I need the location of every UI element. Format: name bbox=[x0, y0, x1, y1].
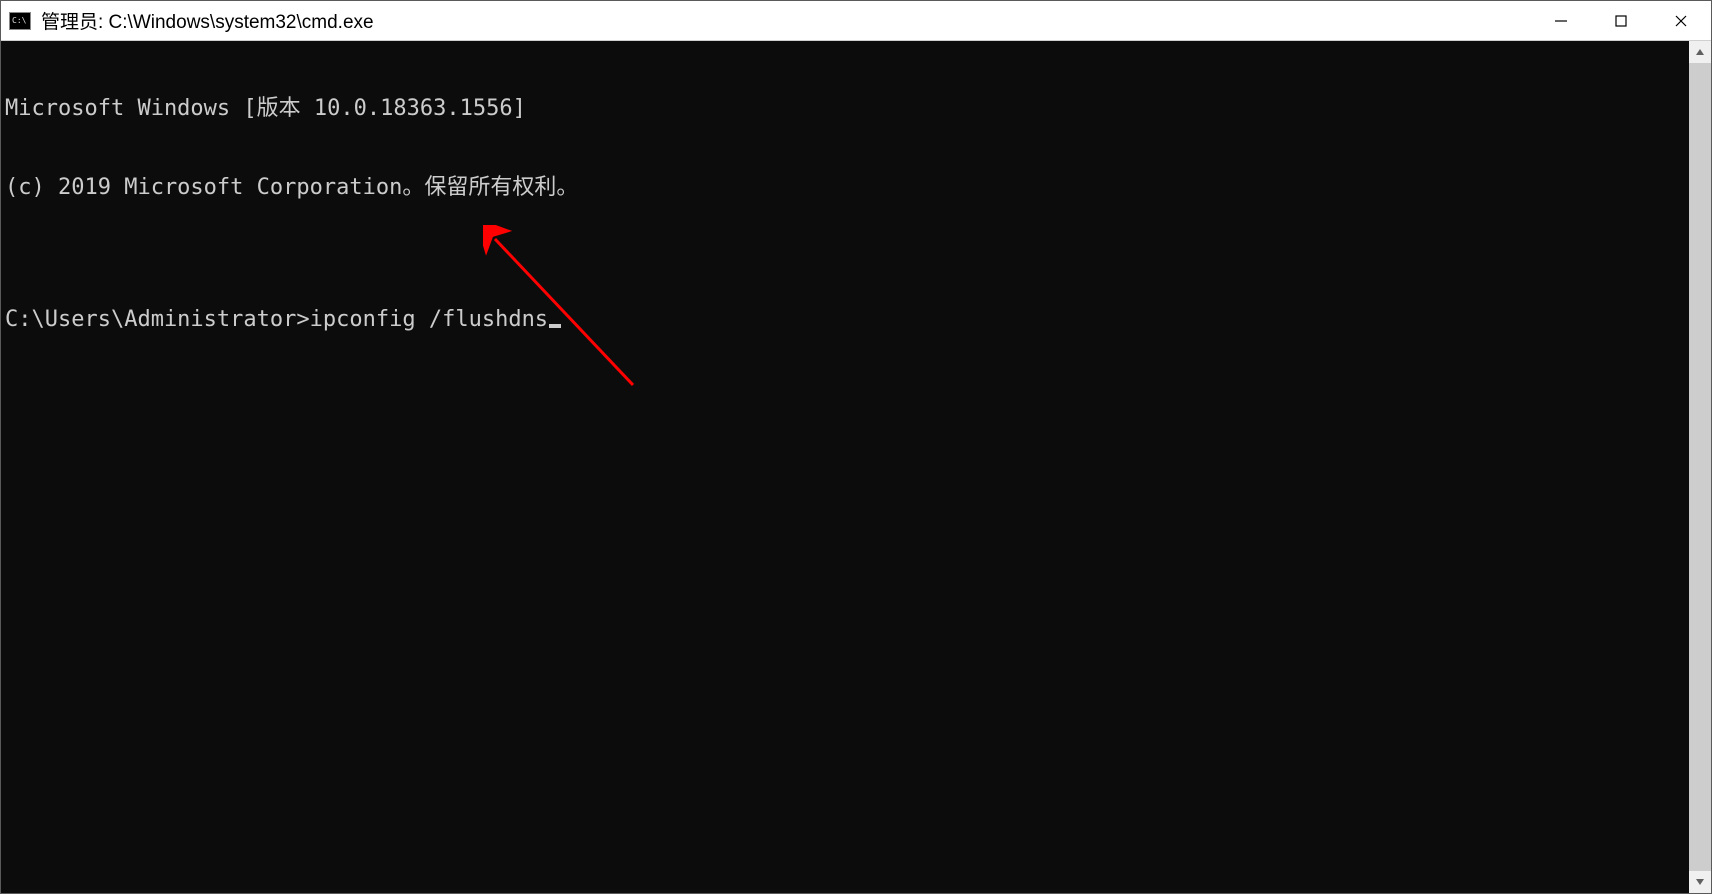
scroll-thumb[interactable] bbox=[1689, 63, 1711, 871]
minimize-icon bbox=[1554, 14, 1568, 28]
cursor bbox=[549, 324, 561, 328]
close-icon bbox=[1674, 14, 1688, 28]
content-wrapper: Microsoft Windows [版本 10.0.18363.1556] (… bbox=[1, 41, 1711, 893]
scroll-track[interactable] bbox=[1689, 63, 1711, 871]
terminal-area[interactable]: Microsoft Windows [版本 10.0.18363.1556] (… bbox=[1, 41, 1689, 893]
scroll-down-button[interactable] bbox=[1689, 871, 1711, 893]
terminal-output-line: Microsoft Windows [版本 10.0.18363.1556] bbox=[5, 96, 1685, 122]
title-bar[interactable]: 管理员: C:\Windows\system32\cmd.exe bbox=[1, 1, 1711, 41]
maximize-button[interactable] bbox=[1591, 1, 1651, 40]
chevron-up-icon bbox=[1695, 47, 1705, 57]
scroll-up-button[interactable] bbox=[1689, 41, 1711, 63]
chevron-down-icon bbox=[1695, 877, 1705, 887]
prompt-text: C:\Users\Administrator> bbox=[5, 307, 310, 332]
vertical-scrollbar[interactable] bbox=[1689, 41, 1711, 893]
terminal-prompt-line: C:\Users\Administrator>ipconfig /flushdn… bbox=[5, 307, 1685, 333]
maximize-icon bbox=[1614, 14, 1628, 28]
command-text: ipconfig /flushdns bbox=[310, 307, 548, 332]
minimize-button[interactable] bbox=[1531, 1, 1591, 40]
window-controls bbox=[1531, 1, 1711, 40]
close-button[interactable] bbox=[1651, 1, 1711, 40]
terminal-output-line: (c) 2019 Microsoft Corporation。保留所有权利。 bbox=[5, 175, 1685, 201]
title-bar-left: 管理员: C:\Windows\system32\cmd.exe bbox=[1, 7, 1531, 34]
cmd-window: 管理员: C:\Windows\system32\cmd.exe bbox=[0, 0, 1712, 894]
window-title: 管理员: C:\Windows\system32\cmd.exe bbox=[41, 7, 374, 34]
cmd-icon bbox=[9, 12, 31, 30]
